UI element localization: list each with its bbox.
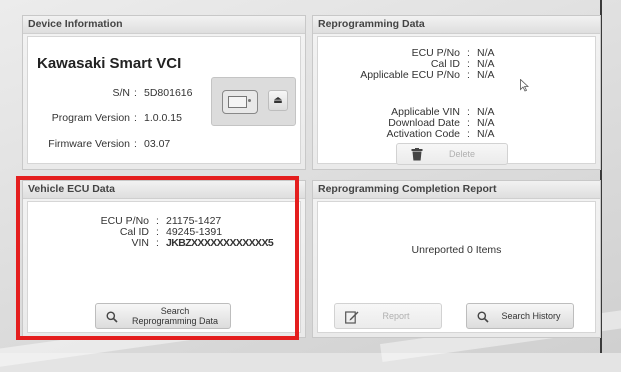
applicable-ecu-pno-label: Applicable ECU P/No — [360, 69, 460, 81]
vin-label: VIN — [131, 237, 149, 249]
vci-device-icon — [222, 90, 258, 114]
vci-device-screen — [228, 96, 247, 108]
vci-brand-name: Kawasaki Smart VCI — [37, 55, 182, 72]
delete-button[interactable]: Delete — [396, 143, 508, 165]
eject-icon: ⏏ — [273, 95, 283, 106]
completion-report-panel: Reprogramming Completion Report Unreport… — [312, 180, 601, 338]
reprogramming-data-title: Reprogramming Data — [313, 16, 600, 34]
vin-value: JKBZXXXXXXXXXXXX5 — [166, 237, 274, 249]
firmware-version-value: 03.07 — [144, 138, 171, 150]
report-label: Report — [382, 311, 410, 321]
edit-report-icon — [345, 311, 359, 324]
unreported-status: Unreported 0 Items — [411, 244, 502, 256]
activation-code-value: N/A — [477, 128, 495, 140]
completion-report-title: Reprogramming Completion Report — [313, 181, 600, 199]
program-version-label: Program Version — [51, 112, 130, 124]
search-icon — [106, 311, 118, 323]
sn-value: 5D801616 — [144, 87, 193, 99]
vehicle-ecu-data-title: Vehicle ECU Data — [23, 181, 305, 199]
colon: : — [467, 69, 470, 81]
colon: : — [134, 112, 137, 124]
applicable-ecu-pno-value: N/A — [477, 69, 495, 81]
colon: : — [134, 87, 137, 99]
device-information-title: Device Information — [23, 16, 305, 34]
search-icon — [477, 311, 489, 323]
program-version-value: 1.0.0.15 — [144, 112, 182, 124]
completion-report-body: Unreported 0 Items Report Search History — [317, 201, 596, 333]
search-reprogramming-data-button[interactable]: Search Reprogramming Data — [95, 303, 231, 329]
trash-icon — [411, 148, 423, 161]
activation-code-label: Activation Code — [386, 128, 460, 140]
vehicle-ecu-data-panel: Vehicle ECU Data ECU P/No : 21175-1427 C… — [22, 180, 306, 338]
colon: : — [134, 138, 137, 150]
device-information-panel: Device Information Kawasaki Smart VCI S/… — [22, 15, 306, 170]
sn-label: S/N — [112, 87, 130, 99]
vehicle-ecu-data-body: ECU P/No : 21175-1427 Cal ID : 49245-139… — [27, 201, 301, 333]
search-reprogramming-data-label: Search Reprogramming Data — [131, 306, 219, 326]
search-history-button[interactable]: Search History — [466, 303, 574, 329]
device-information-body: Kawasaki Smart VCI S/N : 5D801616 Progra… — [27, 36, 301, 164]
report-button[interactable]: Report — [334, 303, 442, 329]
vci-device-area: ⏏ — [211, 77, 296, 126]
delete-label: Delete — [448, 149, 475, 159]
reprogramming-data-body: ECU P/No : N/A Cal ID : N/A Applicable E… — [317, 36, 596, 165]
search-history-label: Search History — [501, 311, 561, 321]
eject-button[interactable]: ⏏ — [268, 90, 288, 111]
firmware-version-label: Firmware Version — [48, 138, 130, 150]
mouse-cursor-icon — [520, 79, 529, 92]
colon: : — [467, 128, 470, 140]
reprogramming-data-panel: Reprogramming Data ECU P/No : N/A Cal ID… — [312, 15, 601, 170]
vci-device-led — [248, 99, 251, 102]
colon: : — [156, 237, 159, 249]
